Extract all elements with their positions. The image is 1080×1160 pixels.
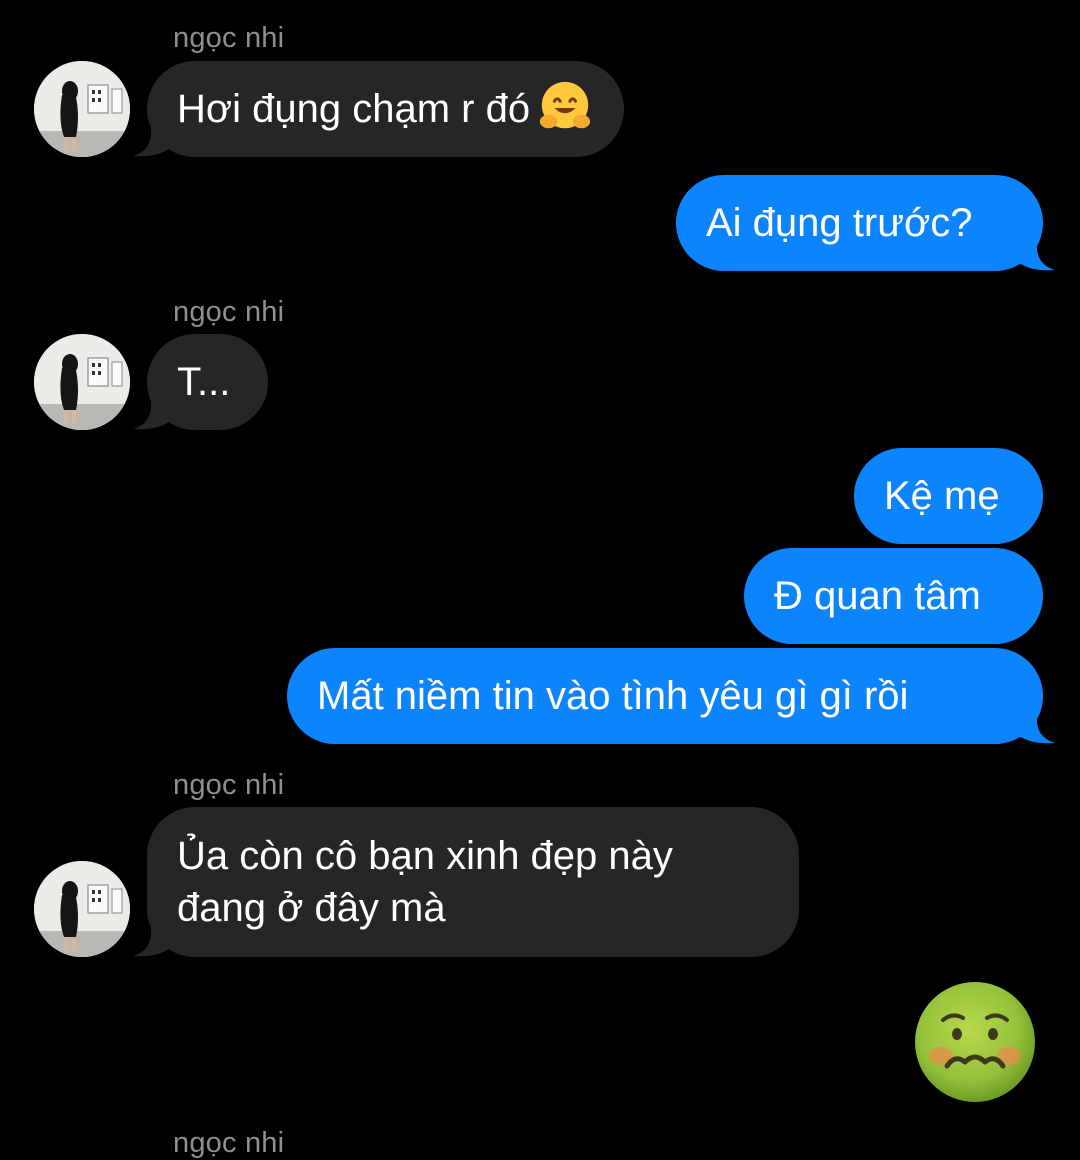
hugging-face-emoji-icon — [539, 82, 591, 129]
avatar-photo-icon — [34, 334, 130, 430]
contact-avatar[interactable] — [34, 334, 130, 430]
message-bubble-outgoing[interactable]: Kệ mẹ — [854, 448, 1043, 544]
sender-name: ngọc nhi — [173, 1127, 285, 1159]
message-bubble-incoming[interactable]: Hơi đụng chạm r đó — [147, 61, 625, 157]
message-bubble-outgoing[interactable]: Đ quan tâm — [744, 548, 1043, 644]
message-text: Kệ mẹ — [884, 474, 1000, 518]
contact-avatar[interactable] — [34, 861, 130, 957]
message-text: Đ quan tâm — [774, 574, 981, 618]
bubble-tail-incoming — [133, 128, 173, 157]
bubble-tail-incoming — [133, 928, 173, 957]
bubble-tail-outgoing — [1015, 715, 1055, 744]
sender-name: ngọc nhi — [173, 296, 285, 328]
message-bubble-outgoing[interactable]: Mất niềm tin vào tình yêu gì gì rồi — [287, 648, 1043, 744]
message-text: Hơi đụng chạm r đó — [177, 87, 531, 131]
sender-name: ngọc nhi — [173, 22, 285, 54]
message-bubble-incoming[interactable]: Ủa còn cô bạn xinh đẹp này đang ở đây mà — [147, 807, 799, 957]
nauseated-face-emoji-icon[interactable] — [913, 980, 1037, 1104]
message-bubble-outgoing[interactable]: Ai đụng trước? — [676, 175, 1043, 271]
message-text-line: đang ở đây mà — [177, 886, 446, 930]
sender-name: ngọc nhi — [173, 769, 285, 801]
bubble-tail-outgoing — [1015, 242, 1055, 271]
message-text: T... — [177, 360, 231, 404]
message-text: Mất niềm tin vào tình yêu gì gì rồi — [317, 674, 909, 718]
message-text: Ai đụng trước? — [706, 201, 973, 245]
message-text-line: Ủa còn cô bạn xinh đẹp này — [177, 834, 673, 878]
bubble-tail-incoming — [133, 401, 173, 430]
avatar-photo-icon — [34, 61, 130, 157]
avatar-photo-icon — [34, 861, 130, 957]
contact-avatar[interactable] — [34, 61, 130, 157]
